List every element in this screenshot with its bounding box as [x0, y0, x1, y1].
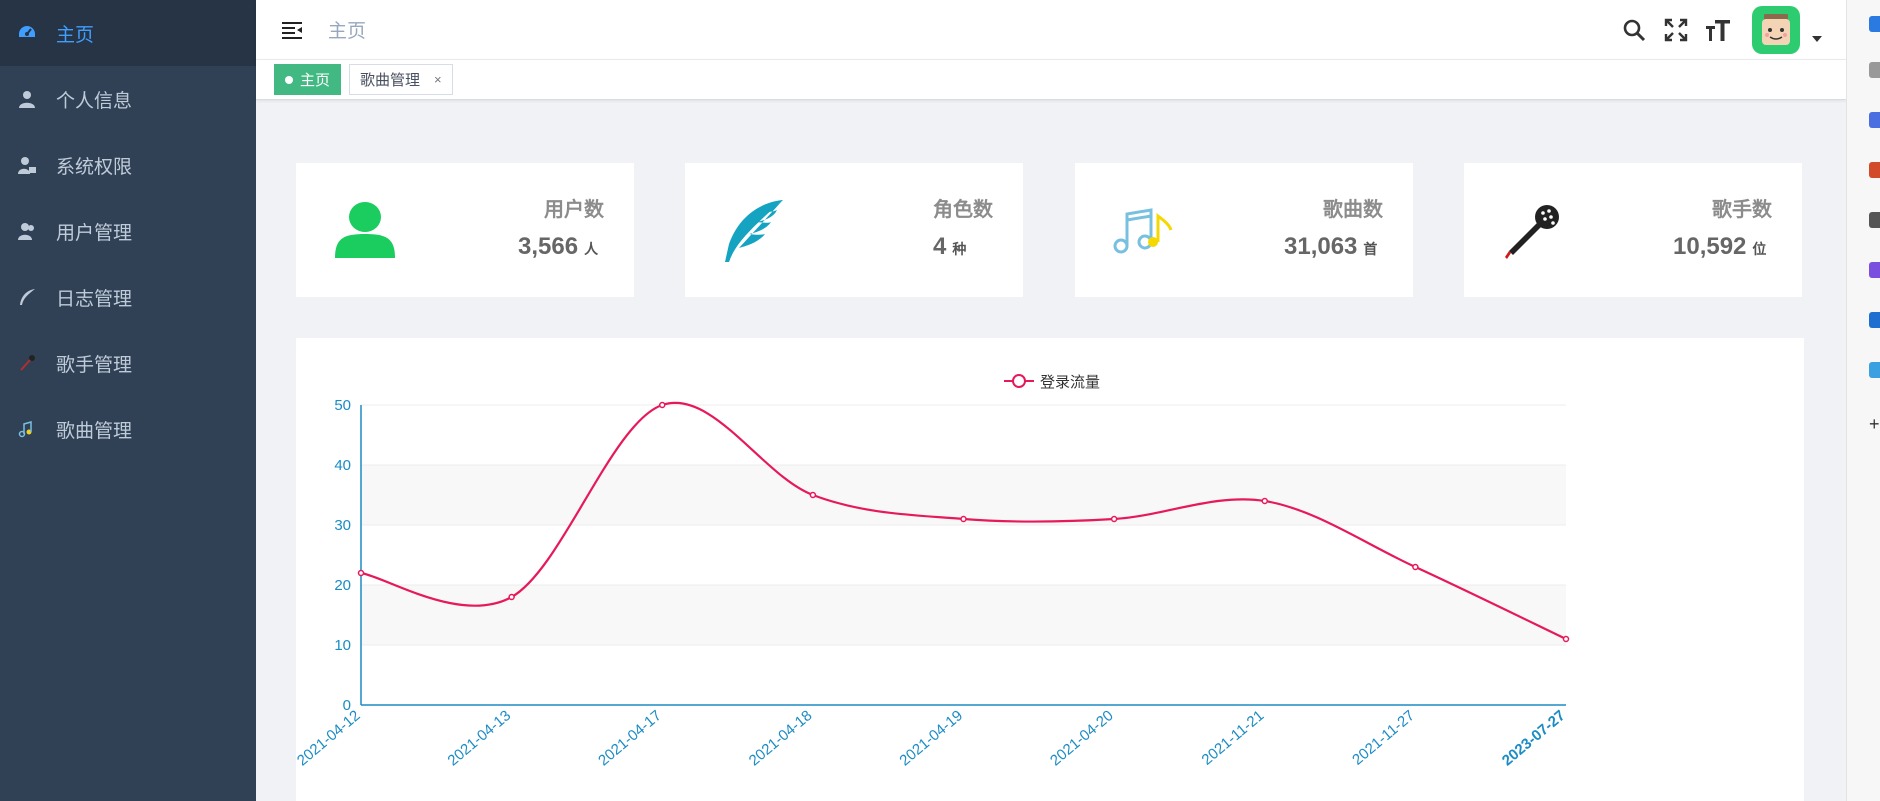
microphone-icon	[1498, 196, 1568, 266]
feather-icon	[16, 286, 38, 308]
legend-marker-icon	[1012, 374, 1026, 388]
tag-label: 主页	[300, 72, 331, 89]
stat-label: 用户数	[544, 199, 604, 221]
music-notes-icon	[1109, 196, 1179, 266]
y-tick-label: 20	[334, 577, 351, 594]
sidebar-item-label: 用户管理	[56, 222, 133, 244]
tag-label: 歌曲管理	[360, 72, 421, 89]
stat-label: 角色数	[933, 199, 993, 221]
tag-home[interactable]: 主页	[274, 64, 342, 95]
y-tick-label: 40	[334, 457, 351, 474]
active-dot-icon	[285, 75, 293, 84]
navbar-right	[1606, 0, 1822, 60]
add-icon[interactable]: +	[1869, 415, 1880, 433]
stat-card-singers: 歌手数 10,592 位	[1464, 163, 1802, 297]
font-size-icon[interactable]	[1704, 16, 1732, 44]
extension-icon[interactable]	[1869, 262, 1880, 278]
stat-card-roles: 角色数 4种	[685, 163, 1023, 297]
users-icon	[16, 220, 38, 242]
avatar[interactable]	[1752, 6, 1800, 54]
microphone-icon	[16, 352, 38, 374]
data-point[interactable]	[659, 401, 666, 409]
main-content: 主页 主页 歌曲管理 × 用户数 3,566 人 角色数 4 种 歌曲数 31,…	[256, 0, 1846, 801]
sidebar-item-permissions[interactable]: 系统权限	[0, 132, 256, 198]
data-point[interactable]	[357, 569, 365, 577]
dashboard-icon	[16, 22, 38, 44]
legend-label: 登录流量	[1040, 374, 1100, 391]
stat-value: 4种	[933, 233, 967, 260]
y-tick-label: 30	[334, 517, 351, 534]
sidebar-item-label: 歌曲管理	[56, 420, 133, 442]
line-chart: 01020304050 2021-04-12 2021-04-13 2021-04-…	[296, 374, 1570, 769]
x-tick-label: 2021-04-17	[595, 707, 665, 769]
x-tick-label: 2021-11-21	[1198, 707, 1267, 769]
user-lock-icon	[16, 154, 38, 176]
stat-label: 歌手数	[1712, 199, 1772, 221]
y-tick-label: 50	[334, 397, 351, 414]
x-tick-label: 2021-04-18	[746, 707, 816, 769]
fullscreen-icon[interactable]	[1662, 16, 1690, 44]
data-point[interactable]	[1261, 497, 1268, 505]
sidebar-item-label: 日志管理	[56, 288, 133, 310]
tag-songs[interactable]: 歌曲管理 ×	[349, 64, 453, 95]
sidebar-item-label: 系统权限	[56, 156, 133, 178]
sidebar-item-label: 主页	[56, 24, 95, 46]
sidebar-item-home[interactable]: 主页	[0, 0, 256, 66]
stat-value: 3,566 人	[518, 233, 599, 260]
stat-label: 歌曲数	[1323, 199, 1383, 221]
grid-band	[361, 585, 1566, 645]
user-icon	[16, 88, 38, 110]
sidebar-item-singers[interactable]: 歌手管理	[0, 330, 256, 396]
data-point[interactable]	[1562, 635, 1570, 643]
user-icon	[330, 196, 400, 266]
extension-icon[interactable]	[1869, 16, 1880, 32]
x-tick-label: 2021-04-12	[296, 707, 364, 769]
send-icon[interactable]	[1869, 362, 1880, 378]
sidebar-item-label: 歌手管理	[56, 354, 133, 376]
hamburger-icon[interactable]	[274, 12, 310, 48]
data-point[interactable]	[809, 491, 817, 499]
close-icon[interactable]: ×	[434, 72, 442, 87]
y-tick-label: 10	[334, 637, 351, 654]
x-tick-label: 2023-07-27	[1499, 707, 1569, 769]
stat-card-songs: 歌曲数 31,063 首	[1075, 163, 1413, 297]
tags-view: 主页 歌曲管理 ×	[256, 60, 1846, 100]
sidebar-item-logs[interactable]: 日志管理	[0, 264, 256, 330]
extension-icon[interactable]	[1869, 112, 1880, 128]
x-tick-label: 2021-11-27	[1349, 707, 1418, 769]
chevron-down-icon[interactable]	[1812, 36, 1822, 42]
x-tick-label: 2021-04-13	[444, 707, 514, 769]
stat-value: 10,592 位	[1673, 233, 1767, 260]
sidebar-item-profile[interactable]: 个人信息	[0, 66, 256, 132]
stat-value: 31,063 首	[1284, 233, 1378, 260]
chart-legend[interactable]: 登录流量	[1004, 374, 1100, 391]
stat-card-users: 用户数 3,566 人	[296, 163, 634, 297]
login-traffic-chart: 0 10 20 30 40 50 2021-04-12 2021-04-13 2021-04-…	[296, 338, 1804, 801]
x-tick-label: 2021-04-19	[896, 707, 966, 769]
toolbox-icon[interactable]	[1869, 162, 1880, 178]
outlook-icon[interactable]	[1869, 312, 1880, 328]
data-point[interactable]	[1110, 515, 1118, 523]
sidebar-item-songs[interactable]: 歌曲管理	[0, 396, 256, 462]
search-icon[interactable]	[1620, 16, 1648, 44]
user-icon[interactable]	[1869, 212, 1880, 228]
search-icon[interactable]	[1869, 62, 1880, 78]
data-point[interactable]	[1412, 563, 1419, 571]
data-point[interactable]	[508, 593, 515, 601]
navbar: 主页	[256, 0, 1846, 60]
feather-icon	[719, 196, 789, 266]
sidebar-item-label: 个人信息	[56, 90, 133, 112]
x-tick-label: 2021-04-20	[1047, 707, 1117, 769]
sidebar: 主页 个人信息 系统权限 用户管理 日志管理 歌手管理 歌曲管理	[0, 0, 256, 801]
sidebar-item-users[interactable]: 用户管理	[0, 198, 256, 264]
data-point[interactable]	[960, 515, 967, 523]
music-icon	[16, 418, 38, 440]
browser-side-panel: +	[1846, 0, 1880, 801]
breadcrumb: 主页	[328, 21, 367, 42]
